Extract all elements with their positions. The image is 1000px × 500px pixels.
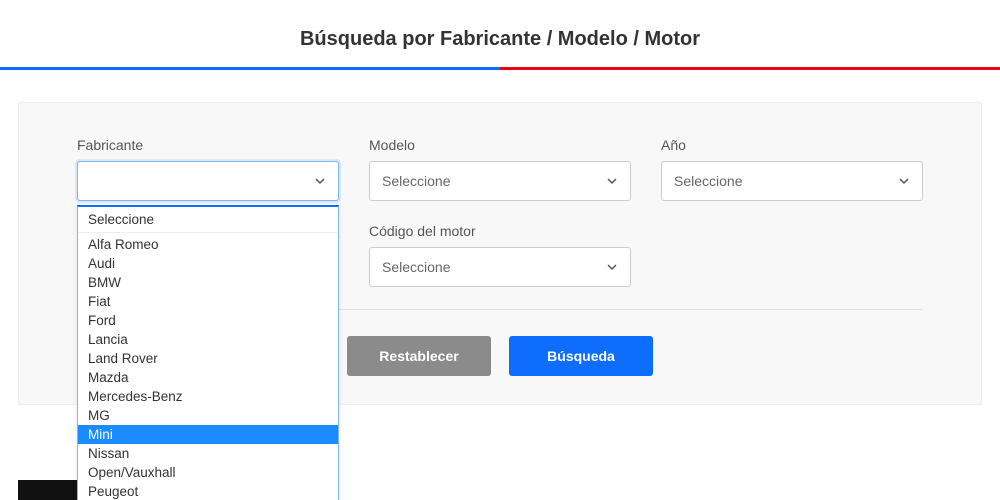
dropdown-option[interactable]: Land Rover [78, 349, 338, 368]
accent-divider [0, 67, 1000, 70]
dropdown-option[interactable]: Mazda [78, 368, 338, 387]
label-ano: Año [661, 137, 923, 153]
dropdown-option[interactable]: BMW [78, 273, 338, 292]
field-ano: Año Seleccione [661, 137, 923, 201]
select-fabricante[interactable] [77, 161, 339, 201]
select-motor[interactable]: Seleccione [369, 247, 631, 287]
select-ano-value: Seleccione [674, 173, 743, 189]
dropdown-option[interactable]: Fiat [78, 292, 338, 311]
dropdown-option[interactable]: Mercedes-Benz [78, 387, 338, 406]
dropdown-option[interactable]: Open/Vauxhall [78, 463, 338, 482]
chevron-down-icon [898, 175, 910, 187]
dropdown-option[interactable]: Lancia [78, 330, 338, 349]
footer-bar-fragment [18, 480, 78, 500]
chevron-down-icon [606, 175, 618, 187]
dropdown-option-placeholder[interactable]: Seleccione [78, 207, 338, 233]
select-modelo[interactable]: Seleccione [369, 161, 631, 201]
dropdown-option[interactable]: Peugeot [78, 482, 338, 500]
field-motor: Código del motor Seleccione [369, 223, 631, 287]
select-modelo-value: Seleccione [382, 173, 451, 189]
dropdown-option[interactable]: Nissan [78, 444, 338, 463]
select-motor-value: Seleccione [382, 259, 451, 275]
reset-button[interactable]: Restablecer [347, 336, 491, 376]
dropdown-option[interactable]: MG [78, 406, 338, 425]
dropdown-fabricante[interactable]: Seleccione Alfa RomeoAudiBMWFiatFordLanci… [77, 205, 339, 500]
search-form-card: Fabricante Seleccione Alfa RomeoAudiBMWFi… [18, 102, 982, 405]
dropdown-option[interactable]: Ford [78, 311, 338, 330]
dropdown-option[interactable]: Alfa Romeo [78, 235, 338, 254]
page-title: Búsqueda por Fabricante / Modelo / Motor [0, 0, 1000, 67]
label-fabricante: Fabricante [77, 137, 339, 153]
chevron-down-icon [314, 175, 326, 187]
field-fabricante: Fabricante SeleccioneAlfa RomeoAudiBMWFi… [77, 137, 339, 201]
label-modelo: Modelo [369, 137, 631, 153]
label-motor: Código del motor [369, 223, 631, 239]
chevron-down-icon [606, 261, 618, 273]
field-modelo: Modelo Seleccione [369, 137, 631, 201]
search-button[interactable]: Búsqueda [509, 336, 653, 376]
select-ano[interactable]: Seleccione [661, 161, 923, 201]
dropdown-option[interactable]: Mini [78, 425, 338, 444]
dropdown-option[interactable]: Audi [78, 254, 338, 273]
